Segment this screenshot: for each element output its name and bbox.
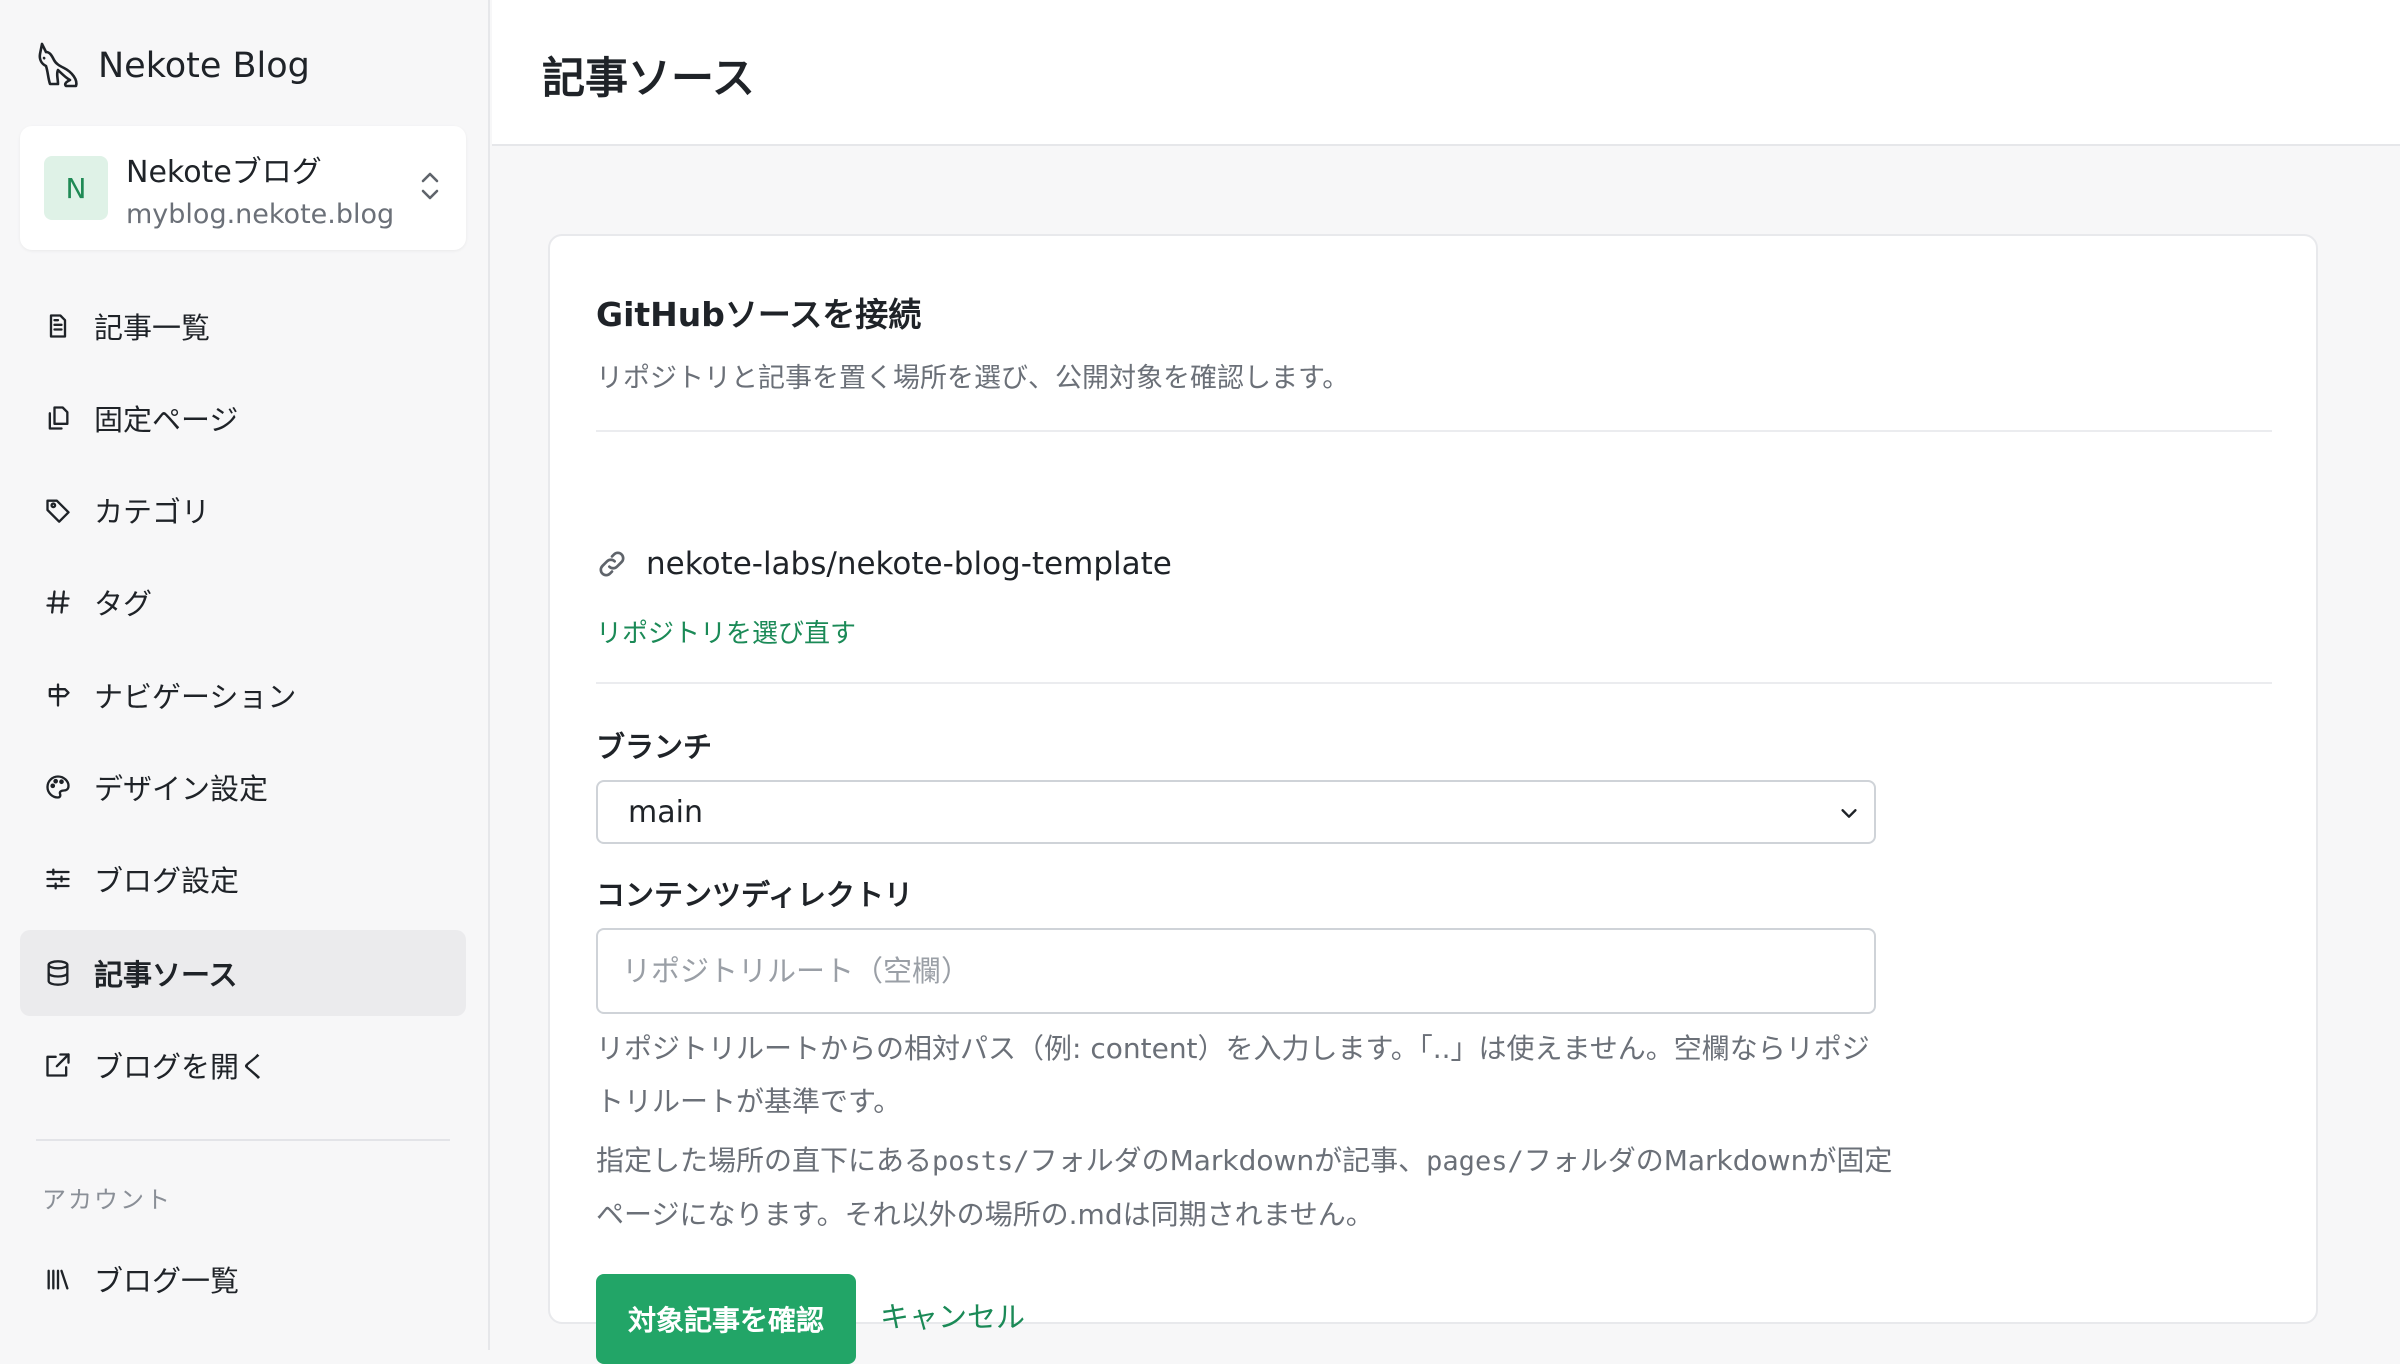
tag-icon	[46, 499, 70, 523]
confirm-target-posts-button[interactable]: 対象記事を確認	[596, 1274, 856, 1364]
cancel-button[interactable]: キャンセル	[880, 1294, 1025, 1336]
sidebar-item-open-blog[interactable]: ブログを開く	[20, 1022, 466, 1108]
sidebar: Nekote Blog N Nekoteブログ myblog.nekote.bl…	[0, 0, 490, 1350]
sidebar-item-label: タグ	[94, 587, 153, 621]
sidebar-item-tags[interactable]: タグ	[20, 559, 466, 645]
content-directory-help: リポジトリルートからの相対パス（例: content）を入力します。「..」は使…	[596, 1032, 1870, 1118]
signpost-icon	[48, 683, 70, 707]
sidebar-item-navigation[interactable]: ナビゲーション	[20, 652, 466, 738]
account-section-label: アカウント	[42, 1186, 172, 1214]
help-text: 指定した場所の直下にある	[596, 1144, 933, 1177]
branch-label: ブランチ	[596, 730, 713, 764]
sidebar-item-blog-list[interactable]: ブログ一覧	[20, 1236, 466, 1322]
sidebar-item-blog-settings[interactable]: ブログ設定	[20, 836, 466, 922]
sidebar-item-label: ナビゲーション	[94, 680, 297, 714]
branch-select[interactable]: main	[596, 780, 1876, 844]
help-text: フォルダのMarkdownが記事、	[1029, 1144, 1427, 1177]
sidebar-item-label: 記事ソース	[94, 958, 238, 992]
sidebar-item-post-source[interactable]: 記事ソース	[20, 930, 466, 1016]
page-title: 記事ソース	[542, 54, 755, 104]
sidebar-item-pages[interactable]: 固定ページ	[20, 375, 466, 461]
sidebar-item-label: ブログを開く	[94, 1050, 269, 1084]
posts-folder-code: posts/	[932, 1146, 1030, 1177]
blog-switcher-text: Nekoteブログ myblog.nekote.blog	[126, 147, 418, 230]
sidebar-item-label: カテゴリ	[94, 495, 211, 529]
brand[interactable]: Nekote Blog	[36, 40, 310, 92]
blog-switcher[interactable]: N Nekoteブログ myblog.nekote.blog	[20, 126, 466, 250]
sidebar-item-label: 固定ページ	[94, 403, 239, 437]
main-content: GitHubソースを接続 リポジトリと記事を置く場所を選び、公開対象を確認します…	[492, 148, 2400, 1364]
branch-selected-value: main	[628, 794, 703, 830]
sidebar-divider	[36, 1139, 450, 1141]
content-directory-input[interactable]	[596, 928, 1876, 1014]
github-source-card: GitHubソースを接続 リポジトリと記事を置く場所を選び、公開対象を確認します…	[548, 234, 2318, 1364]
chevron-up-down-icon	[418, 169, 442, 207]
blog-name: Nekoteブログ	[126, 154, 322, 190]
sidebar-item-label: ブログ設定	[94, 864, 240, 898]
reselect-repository-link[interactable]: リポジトリを選び直す	[596, 613, 856, 650]
repository-name: nekote-labs/nekote-blog-template	[646, 546, 1172, 582]
chevron-down-icon	[1841, 809, 1857, 818]
sidebar-item-posts[interactable]: 記事一覧	[20, 283, 466, 369]
link-icon	[599, 551, 625, 577]
content-directory-label: コンテンツディレクトリ	[596, 878, 913, 912]
copy-icon	[48, 406, 69, 430]
card-title: GitHubソースを接続	[596, 295, 922, 334]
blog-url: myblog.nekote.blog	[126, 198, 395, 230]
palette-icon	[46, 775, 70, 799]
avatar: N	[44, 156, 108, 220]
divider	[596, 682, 2272, 684]
sliders-icon	[46, 868, 70, 890]
sidebar-item-label: デザイン設定	[94, 772, 269, 806]
sidebar-item-categories[interactable]: カテゴリ	[20, 467, 466, 553]
sidebar-item-design[interactable]: デザイン設定	[20, 744, 466, 830]
sidebar-item-label: ブログ一覧	[94, 1264, 240, 1298]
folder-structure-help: 指定した場所の直下にあるposts/フォルダのMarkdownが記事、pages…	[596, 1134, 1896, 1241]
hash-icon	[46, 590, 70, 614]
divider	[596, 430, 2272, 432]
sidebar-item-label: 記事一覧	[94, 311, 211, 345]
topbar: 記事ソース	[492, 0, 2400, 146]
document-icon	[49, 314, 67, 338]
external-link-icon	[46, 1053, 70, 1077]
selected-repository: nekote-labs/nekote-blog-template	[596, 546, 1172, 582]
cat-logo-icon	[36, 40, 80, 92]
card-description: リポジトリと記事を置く場所を選び、公開対象を確認します。	[596, 363, 1350, 394]
database-icon	[47, 960, 69, 986]
library-icon	[47, 1269, 69, 1290]
pages-folder-code: pages/	[1426, 1146, 1524, 1177]
app-name: Nekote Blog	[98, 46, 310, 86]
